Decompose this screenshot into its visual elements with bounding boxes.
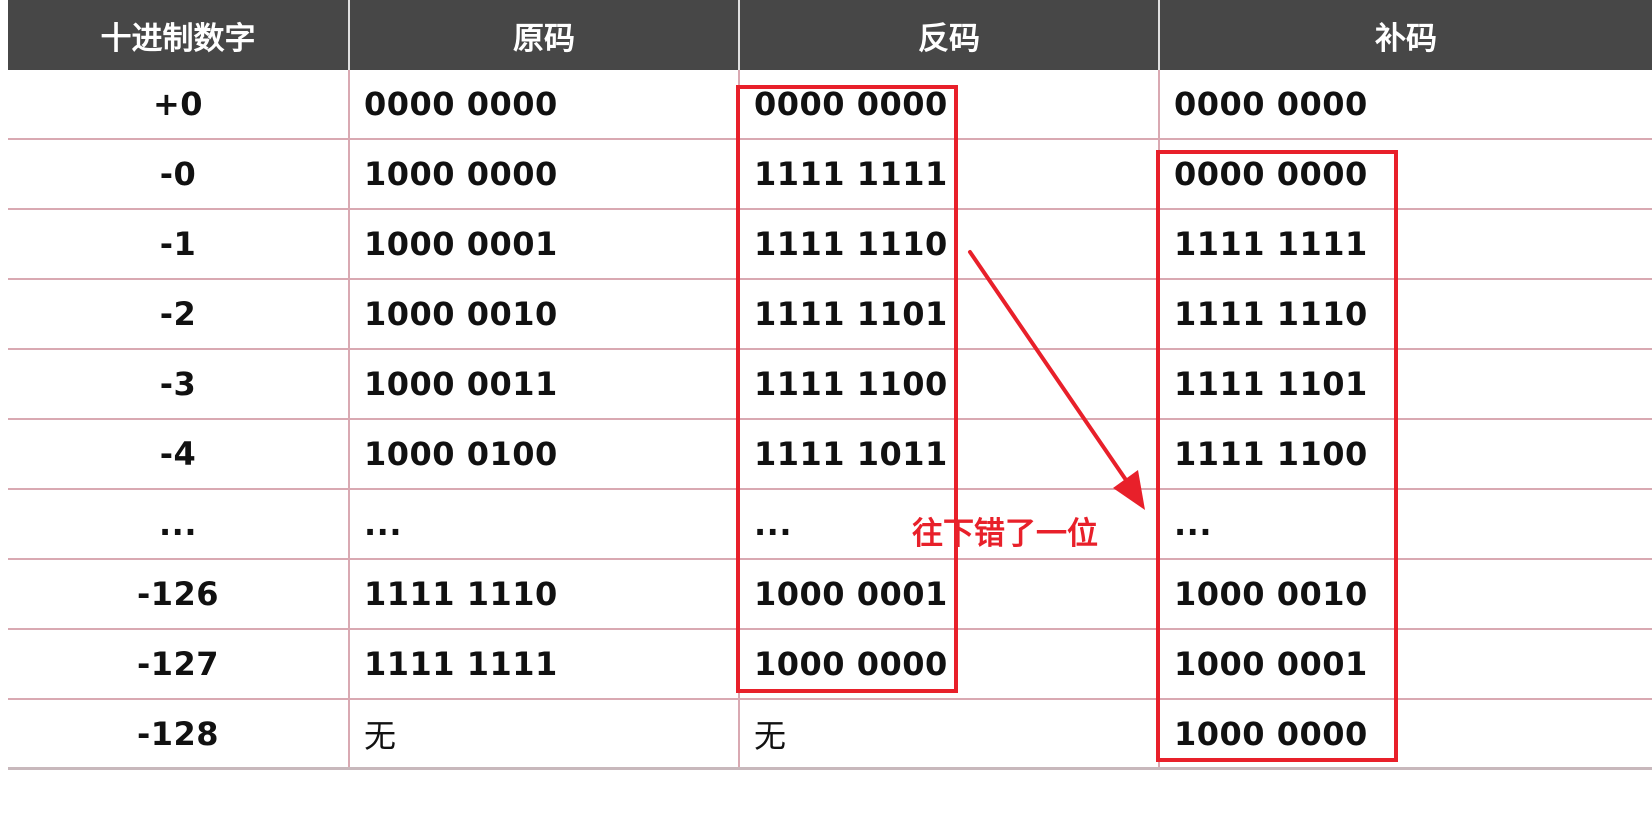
shift-annotation-label: 往下错了一位 [912,516,1098,552]
shift-arrow-icon [968,250,1145,510]
